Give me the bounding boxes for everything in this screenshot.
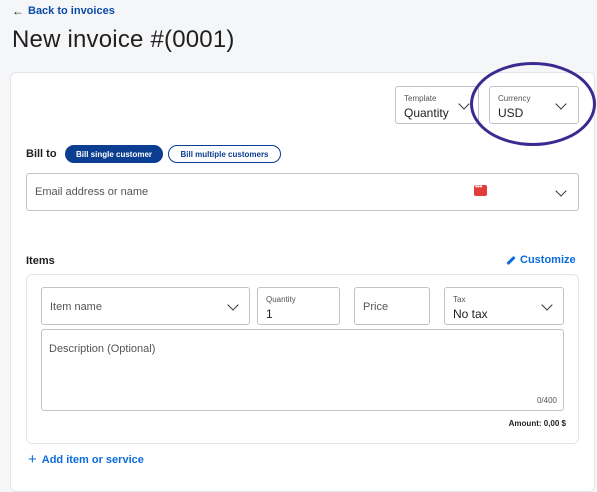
tax-value: No tax xyxy=(453,307,488,321)
template-value: Quantity xyxy=(404,106,449,120)
chevron-down-icon xyxy=(227,299,239,311)
plus-icon: + xyxy=(28,451,37,468)
tax-select[interactable]: Tax No tax xyxy=(444,287,564,325)
back-to-invoices-link[interactable]: ← Back to invoices xyxy=(12,4,115,18)
page-title: New invoice #(0001) xyxy=(12,26,235,53)
currency-highlight-ring xyxy=(470,62,596,146)
quantity-field[interactable]: Quantity 1 xyxy=(257,287,340,325)
chevron-down-icon xyxy=(458,98,470,110)
chevron-down-icon xyxy=(555,185,567,197)
description-placeholder: Description (Optional) xyxy=(49,343,156,355)
template-label: Template xyxy=(404,94,437,103)
quantity-value: 1 xyxy=(266,307,273,321)
character-count: 0/400 xyxy=(536,396,557,405)
customize-button[interactable]: Customize xyxy=(506,254,576,266)
tax-label: Tax xyxy=(453,295,466,304)
item-amount: Amount: 0,00 $ xyxy=(508,419,566,428)
chevron-down-icon xyxy=(541,299,553,311)
description-textarea[interactable]: Description (Optional) 0/400 xyxy=(41,329,564,411)
add-item-label: Add item or service xyxy=(41,454,144,466)
customer-search-input[interactable]: Email address or name xyxy=(26,173,579,211)
back-link-label: Back to invoices xyxy=(28,5,115,17)
price-placeholder: Price xyxy=(363,301,389,313)
template-select[interactable]: Template Quantity xyxy=(395,86,479,124)
contact-picker-icon[interactable] xyxy=(474,182,487,196)
bill-multiple-customers-button[interactable]: Bill multiple customers xyxy=(168,145,281,163)
item-name-select[interactable]: Item name xyxy=(41,287,250,325)
item-name-placeholder: Item name xyxy=(50,301,102,313)
quantity-label: Quantity xyxy=(266,295,296,304)
customer-search-placeholder: Email address or name xyxy=(35,186,149,198)
add-item-button[interactable]: + Add item or service xyxy=(28,451,144,468)
pencil-icon xyxy=(506,255,516,265)
customize-label: Customize xyxy=(520,254,576,266)
price-field[interactable]: Price xyxy=(354,287,430,325)
bill-to-label: Bill to xyxy=(26,148,57,160)
arrow-left-icon: ← xyxy=(12,4,24,18)
bill-single-customer-button[interactable]: Bill single customer xyxy=(65,145,163,163)
items-label: Items xyxy=(26,255,55,267)
